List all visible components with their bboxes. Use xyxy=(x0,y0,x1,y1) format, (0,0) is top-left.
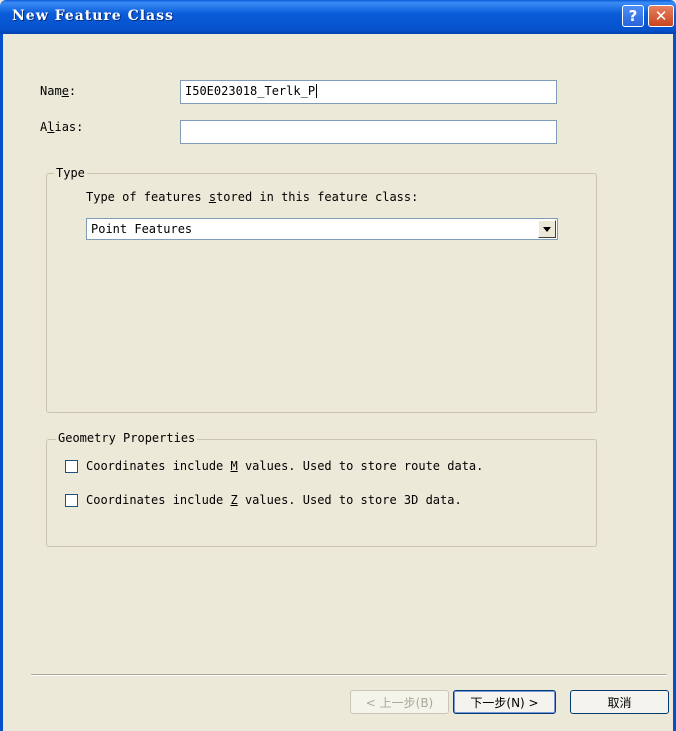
z-values-checkbox[interactable] xyxy=(65,494,78,507)
window-title: New Feature Class xyxy=(12,8,174,24)
geometry-group-legend: Geometry Properties xyxy=(56,431,198,445)
type-group-legend: Type xyxy=(54,166,87,180)
z-values-label: Coordinates include Z values. Used to st… xyxy=(86,493,462,507)
alias-field[interactable] xyxy=(180,120,557,144)
m-values-checkbox[interactable] xyxy=(65,460,78,473)
m-values-label: Coordinates include M values. Used to st… xyxy=(86,459,484,473)
cancel-button[interactable]: 取消 xyxy=(570,690,669,714)
feature-type-dropdown[interactable]: Point Features xyxy=(86,218,558,240)
dialog-body: Name: I50E023018_Terlk_P Alias: Type Typ… xyxy=(0,34,676,731)
chevron-down-icon[interactable] xyxy=(538,220,556,238)
name-field[interactable]: I50E023018_Terlk_P xyxy=(180,80,557,104)
alias-label: Alias: xyxy=(40,120,84,134)
feature-type-value: Point Features xyxy=(91,222,193,236)
back-button[interactable]: < 上一步(B) xyxy=(350,690,449,714)
next-button[interactable]: 下一步(N) > xyxy=(453,690,556,714)
footer-separator xyxy=(31,674,667,676)
title-bar: New Feature Class ? ✕ xyxy=(0,0,676,34)
name-label: Name: xyxy=(40,84,77,98)
type-group xyxy=(46,173,597,413)
help-icon[interactable]: ? xyxy=(622,5,644,27)
type-prompt: Type of features stored in this feature … xyxy=(86,190,419,204)
close-icon[interactable]: ✕ xyxy=(648,5,674,27)
